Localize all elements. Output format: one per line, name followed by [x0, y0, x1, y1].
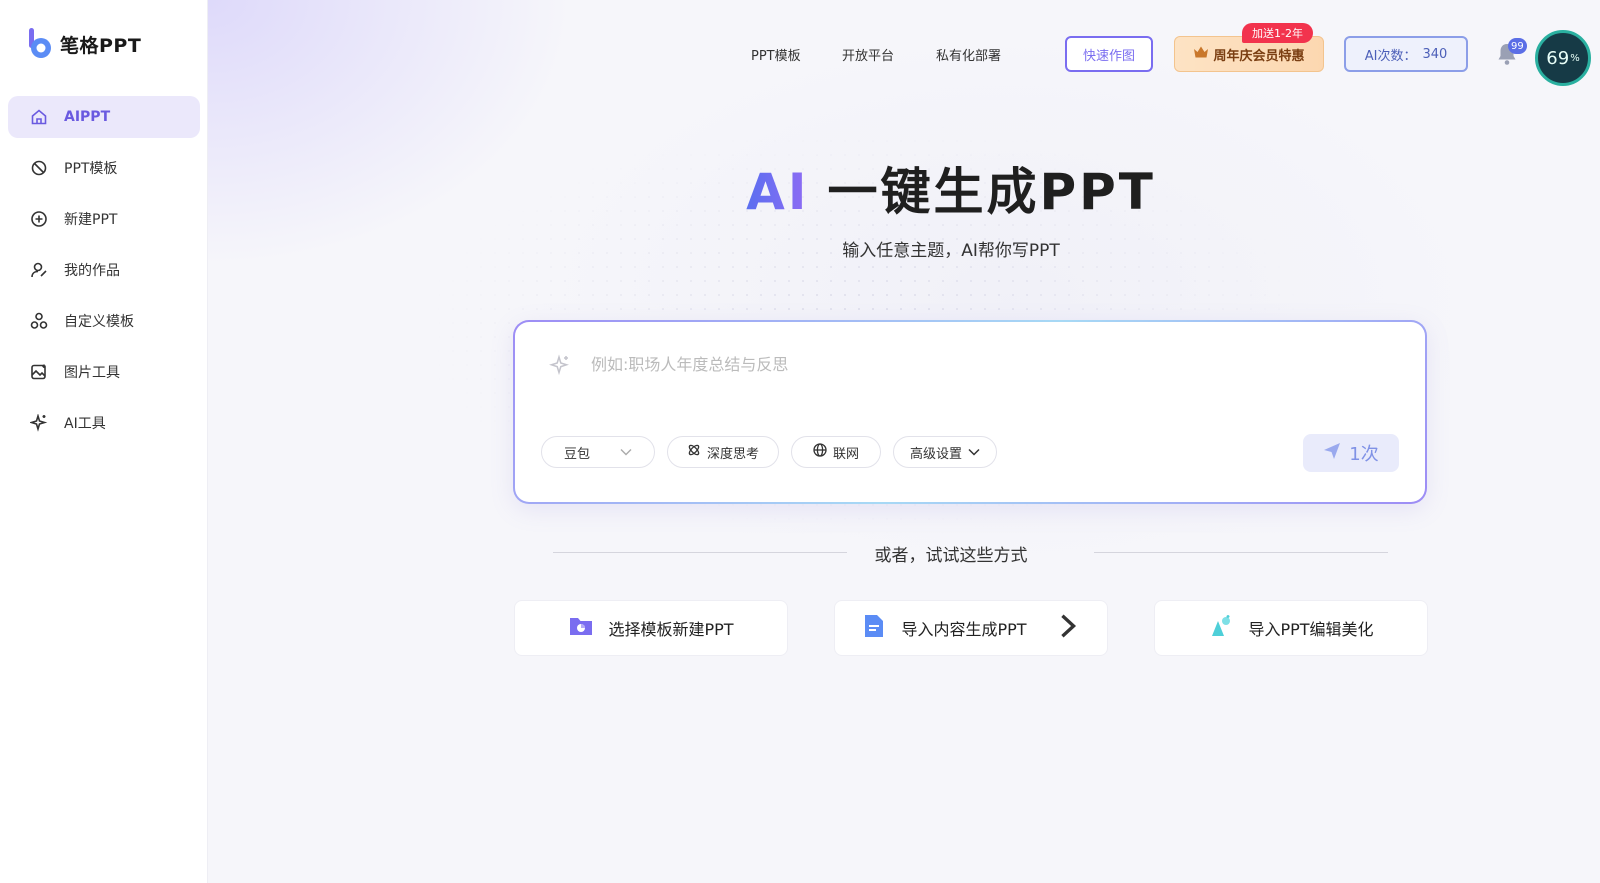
option-label: 导入内容生成PPT: [901, 620, 1027, 639]
gauge-value: 69: [1546, 47, 1570, 69]
hero-subtitle: 输入任意主题，AI帮你写PPT: [842, 241, 1060, 261]
import-beautify-button[interactable]: 导入PPT编辑美化: [1154, 600, 1428, 656]
ai-count-label: AI次数：: [1364, 48, 1417, 64]
sidebar-item-custom-template[interactable]: 自定义模板: [8, 300, 200, 342]
sidebar-item-my-works[interactable]: 我的作品: [8, 249, 200, 291]
model-select[interactable]: 豆包: [541, 436, 655, 468]
option-label: 选择模板新建PPT: [608, 620, 734, 639]
sidebar-item-label: 新建PPT: [64, 212, 118, 228]
sidebar-item-label: 自定义模板: [64, 314, 134, 330]
sidebar-item-aippt[interactable]: AIPPT: [8, 96, 200, 138]
prompt-box: 豆包 深度思考 联网 高级设置 1次: [513, 320, 1427, 504]
advanced-settings-dropdown[interactable]: 高级设置: [893, 436, 997, 468]
sidebar-item-ppt-template[interactable]: PPT模板: [8, 147, 200, 189]
sidebar: 笔格PPT AIPPT PPT模板 新建PPT 我的作品 自定义模板 图片工具 …: [0, 0, 208, 883]
model-select-value: 豆包: [563, 446, 590, 462]
promo-label: 周年庆会员特惠: [1213, 48, 1305, 64]
ai-count-button[interactable]: AI次数： 340: [1344, 36, 1468, 72]
chevron-right-icon: [1055, 613, 1081, 643]
globe-icon: [813, 443, 827, 461]
hero-title-ai: AI: [746, 163, 810, 221]
brand-name: 笔格PPT: [60, 34, 142, 57]
sidebar-item-label: 我的作品: [64, 263, 120, 279]
topnav-private-deploy[interactable]: 私有化部署: [936, 45, 1001, 64]
send-cost-label: 1次: [1349, 444, 1379, 465]
paper-plane-icon: [1323, 442, 1341, 465]
web-search-toggle[interactable]: 联网: [791, 436, 881, 468]
notification-badge: 99: [1508, 38, 1527, 54]
alternatives-heading: 或者，试试这些方式: [874, 546, 1028, 566]
performance-gauge[interactable]: 69%: [1535, 30, 1591, 86]
template-icon: [30, 159, 48, 177]
crown-icon: [1193, 45, 1209, 63]
folder-template-icon: [568, 613, 594, 643]
sidebar-item-new-ppt[interactable]: 新建PPT: [8, 198, 200, 240]
import-content-button[interactable]: 导入内容生成PPT: [834, 600, 1108, 656]
advanced-settings-label: 高级设置: [909, 446, 962, 462]
document-import-icon: [861, 613, 887, 643]
sidebar-item-label: PPT模板: [64, 161, 118, 177]
home-icon: [30, 108, 48, 126]
ai-count-value: 340: [1422, 46, 1448, 62]
user-works-icon: [30, 261, 48, 279]
atom-icon: [687, 443, 701, 461]
brand-logo[interactable]: 笔格PPT: [28, 28, 141, 60]
sidebar-item-label: AIPPT: [64, 109, 111, 125]
deep-think-label: 深度思考: [706, 446, 759, 462]
sidebar-item-ai-tool[interactable]: AI工具: [8, 402, 200, 444]
sidebar-item-image-tool[interactable]: 图片工具: [8, 351, 200, 393]
sparkle-icon: [30, 414, 48, 432]
logo-icon: [28, 28, 54, 60]
topnav-open-platform[interactable]: 开放平台: [842, 45, 894, 64]
chevron-down-icon: [620, 445, 632, 460]
sidebar-item-label: 图片工具: [64, 365, 120, 381]
template-new-ppt-button[interactable]: 选择模板新建PPT: [514, 600, 788, 656]
send-button[interactable]: 1次: [1303, 434, 1399, 472]
sidebar-nav: AIPPT PPT模板 新建PPT 我的作品 自定义模板 图片工具 AI工具: [8, 96, 200, 453]
web-search-label: 联网: [832, 446, 859, 462]
plus-circle-icon: [30, 210, 48, 228]
quick-draw-button[interactable]: 快速作图: [1065, 36, 1153, 72]
gauge-unit: %: [1570, 52, 1580, 64]
magic-beautify-icon: [1208, 613, 1234, 643]
promo-badge: 加送1-2年: [1242, 23, 1313, 43]
main-area: PPT模板 开放平台 私有化部署 快速作图 周年庆会员特惠 加送1-2年 AI次…: [208, 0, 1600, 883]
topic-input[interactable]: [591, 346, 1291, 382]
deep-think-toggle[interactable]: 深度思考: [667, 436, 779, 468]
topnav-ppt-template[interactable]: PPT模板: [751, 45, 801, 64]
hero-title: AI 一键生成PPT: [208, 152, 1600, 224]
option-label: 导入PPT编辑美化: [1248, 620, 1374, 639]
custom-template-icon: [30, 312, 48, 330]
chevron-down-icon: [968, 445, 980, 460]
image-tool-icon: [30, 363, 48, 381]
top-navigation: PPT模板 开放平台 私有化部署 快速作图 周年庆会员特惠 加送1-2年 AI次…: [208, 23, 1600, 86]
sparkle-icon: [549, 354, 571, 376]
sidebar-item-label: AI工具: [64, 416, 106, 432]
hero-title-rest: 一键生成PPT: [827, 163, 1156, 221]
